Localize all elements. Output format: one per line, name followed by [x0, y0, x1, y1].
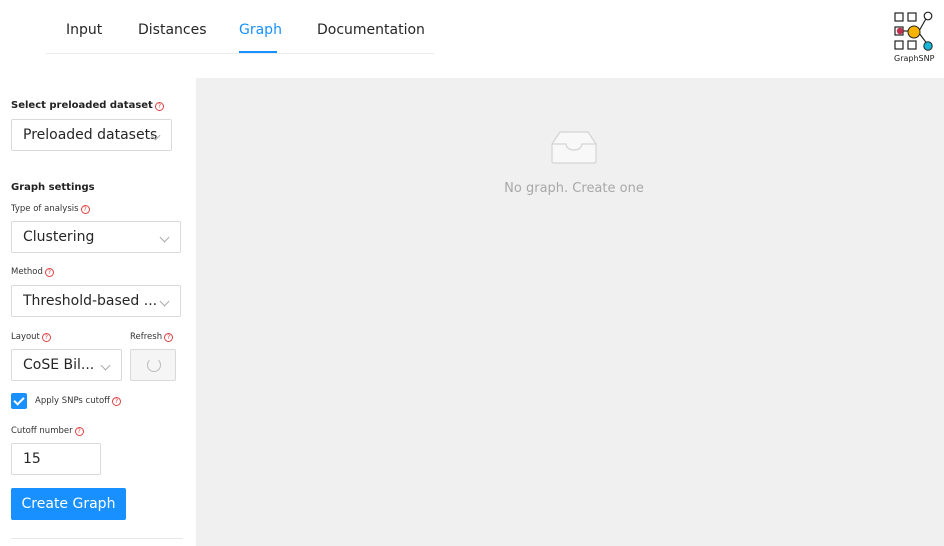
- help-icon[interactable]: ?: [41, 333, 51, 342]
- tab-graph[interactable]: Graph: [239, 22, 282, 38]
- snps-cutoff-label: Apply SNPs cutoff?: [35, 396, 122, 406]
- sidebar-divider: [11, 538, 183, 539]
- tab-distances[interactable]: Distances: [138, 22, 207, 38]
- analysis-type-label: Type of analysis?: [11, 204, 90, 214]
- tab-input[interactable]: Input: [66, 22, 102, 38]
- help-icon[interactable]: ?: [164, 333, 174, 342]
- method-label: Method?: [11, 267, 54, 277]
- preloaded-dataset-label: Select preloaded dataset?: [11, 100, 164, 111]
- graph-settings-heading: Graph settings: [11, 182, 95, 193]
- preloaded-dataset-select[interactable]: Preloaded datasets: [11, 119, 172, 151]
- logo-text: GraphSNP: [894, 54, 935, 63]
- app-header: Input Distances Graph Documentation Grap…: [0, 0, 944, 78]
- layout-label: Layout?: [11, 332, 51, 342]
- tab-documentation[interactable]: Documentation: [317, 22, 425, 38]
- sidebar: Select preloaded dataset? Preloaded data…: [0, 78, 196, 546]
- cutoff-number-input[interactable]: [11, 443, 101, 475]
- graph-canvas-area: No graph. Create one: [196, 78, 944, 546]
- chevron-down-icon: [159, 296, 170, 307]
- cutoff-number-label: Cutoff number?: [11, 426, 84, 436]
- method-select[interactable]: Threshold-based ...: [11, 285, 181, 317]
- active-tab-indicator: [239, 51, 277, 53]
- help-icon[interactable]: ?: [80, 205, 90, 214]
- refresh-button[interactable]: [130, 349, 176, 381]
- chevron-down-icon: [100, 360, 111, 371]
- help-icon[interactable]: ?: [74, 427, 84, 436]
- chevron-down-icon: [159, 232, 170, 243]
- help-icon[interactable]: ?: [44, 268, 54, 277]
- help-icon[interactable]: ?: [154, 102, 164, 111]
- refresh-icon: [147, 358, 161, 372]
- empty-inbox-icon: [551, 131, 597, 164]
- snps-cutoff-checkbox[interactable]: [11, 393, 27, 409]
- help-icon[interactable]: ?: [112, 397, 122, 406]
- main-tabs: Input Distances Graph Documentation: [46, 0, 434, 54]
- refresh-label: Refresh?: [130, 332, 174, 342]
- layout-select[interactable]: CoSE Bil...: [11, 349, 122, 381]
- empty-state-text: No graph. Create one: [504, 181, 644, 196]
- create-graph-button[interactable]: Create Graph: [11, 488, 126, 520]
- analysis-type-select[interactable]: Clustering: [11, 221, 181, 253]
